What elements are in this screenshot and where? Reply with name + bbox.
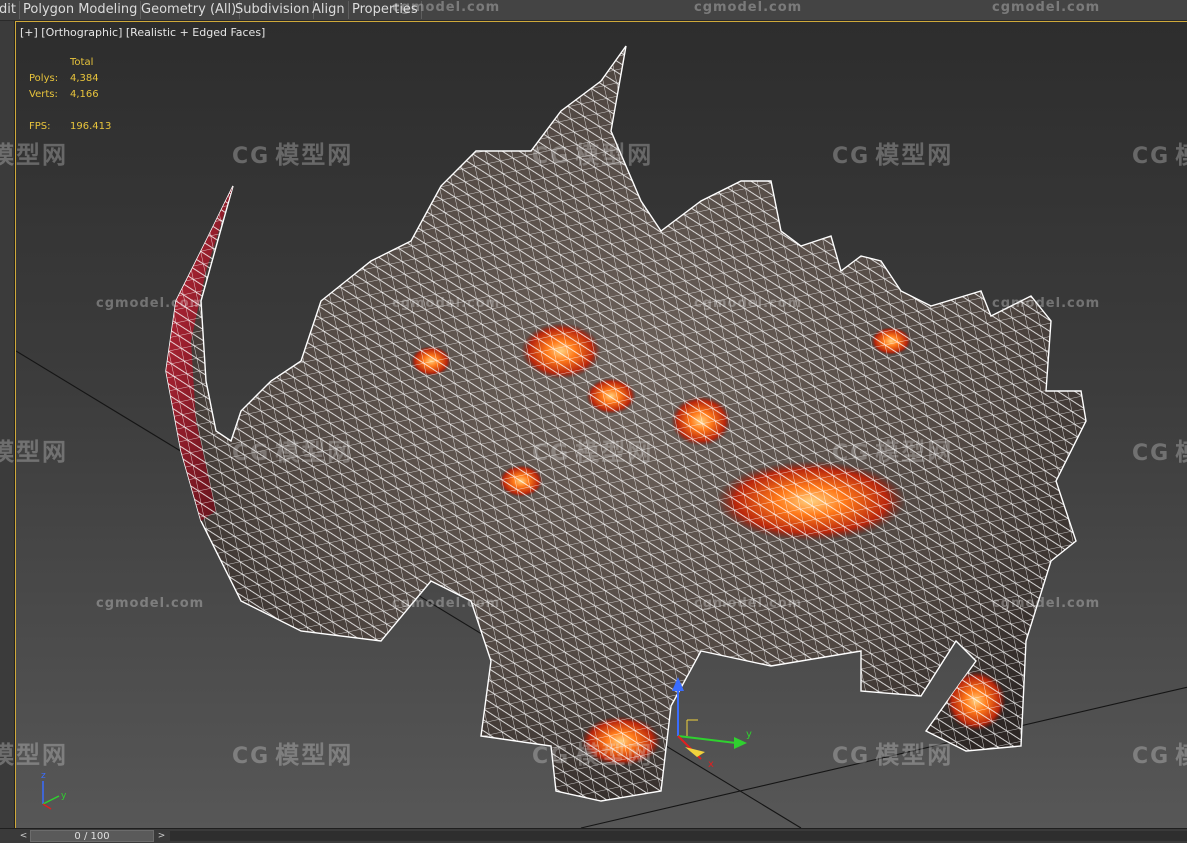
ribbon-bar: dit Polygon Modeling Geometry (All) Subd… <box>0 0 1187 21</box>
ribbon-tab-subdivision[interactable]: Subdivision <box>232 1 314 19</box>
tripod-y-label: y <box>61 791 67 801</box>
tripod-z-label: z <box>41 771 46 781</box>
timeline-track[interactable] <box>170 831 1187 841</box>
fps-label: FPS: <box>29 121 51 132</box>
ribbon-tab-edit[interactable]: dit <box>0 1 20 19</box>
ribbon-tab-polygon-modeling[interactable]: Polygon Modeling <box>20 1 142 19</box>
stats-header: Total <box>70 57 94 68</box>
gizmo-y-label: y <box>746 729 752 740</box>
axis-tripod-icon <box>42 781 60 810</box>
verts-label: Verts: <box>29 89 58 100</box>
chevron-right-icon[interactable]: > <box>156 830 167 842</box>
left-side-strip <box>0 21 15 828</box>
scene-canvas[interactable]: y x z y <box>16 22 1187 829</box>
orthographic-viewport[interactable]: y x z y [+] [Orthographic] [Realistic + … <box>15 21 1187 829</box>
viewport-label[interactable]: [+] [Orthographic] [Realistic + Edged Fa… <box>20 26 265 39</box>
ribbon-tab-geometry-all[interactable]: Geometry (All) <box>138 1 241 19</box>
chevron-left-icon[interactable]: < <box>18 830 29 842</box>
ribbon-tab-properties[interactable]: Properties <box>349 1 422 19</box>
time-slider-bar: < 0 / 100 > <box>0 828 1187 843</box>
polys-value: 4,384 <box>70 73 99 84</box>
polys-label: Polys: <box>29 73 59 84</box>
gizmo-x-label: x <box>708 759 714 770</box>
ribbon-tab-align[interactable]: Align <box>309 1 349 19</box>
fps-value: 196.413 <box>70 121 112 132</box>
rhino-model[interactable] <box>151 41 1101 821</box>
time-slider[interactable]: 0 / 100 <box>30 830 154 842</box>
verts-value: 4,166 <box>70 89 99 100</box>
move-gizmo-icon[interactable] <box>672 677 747 760</box>
